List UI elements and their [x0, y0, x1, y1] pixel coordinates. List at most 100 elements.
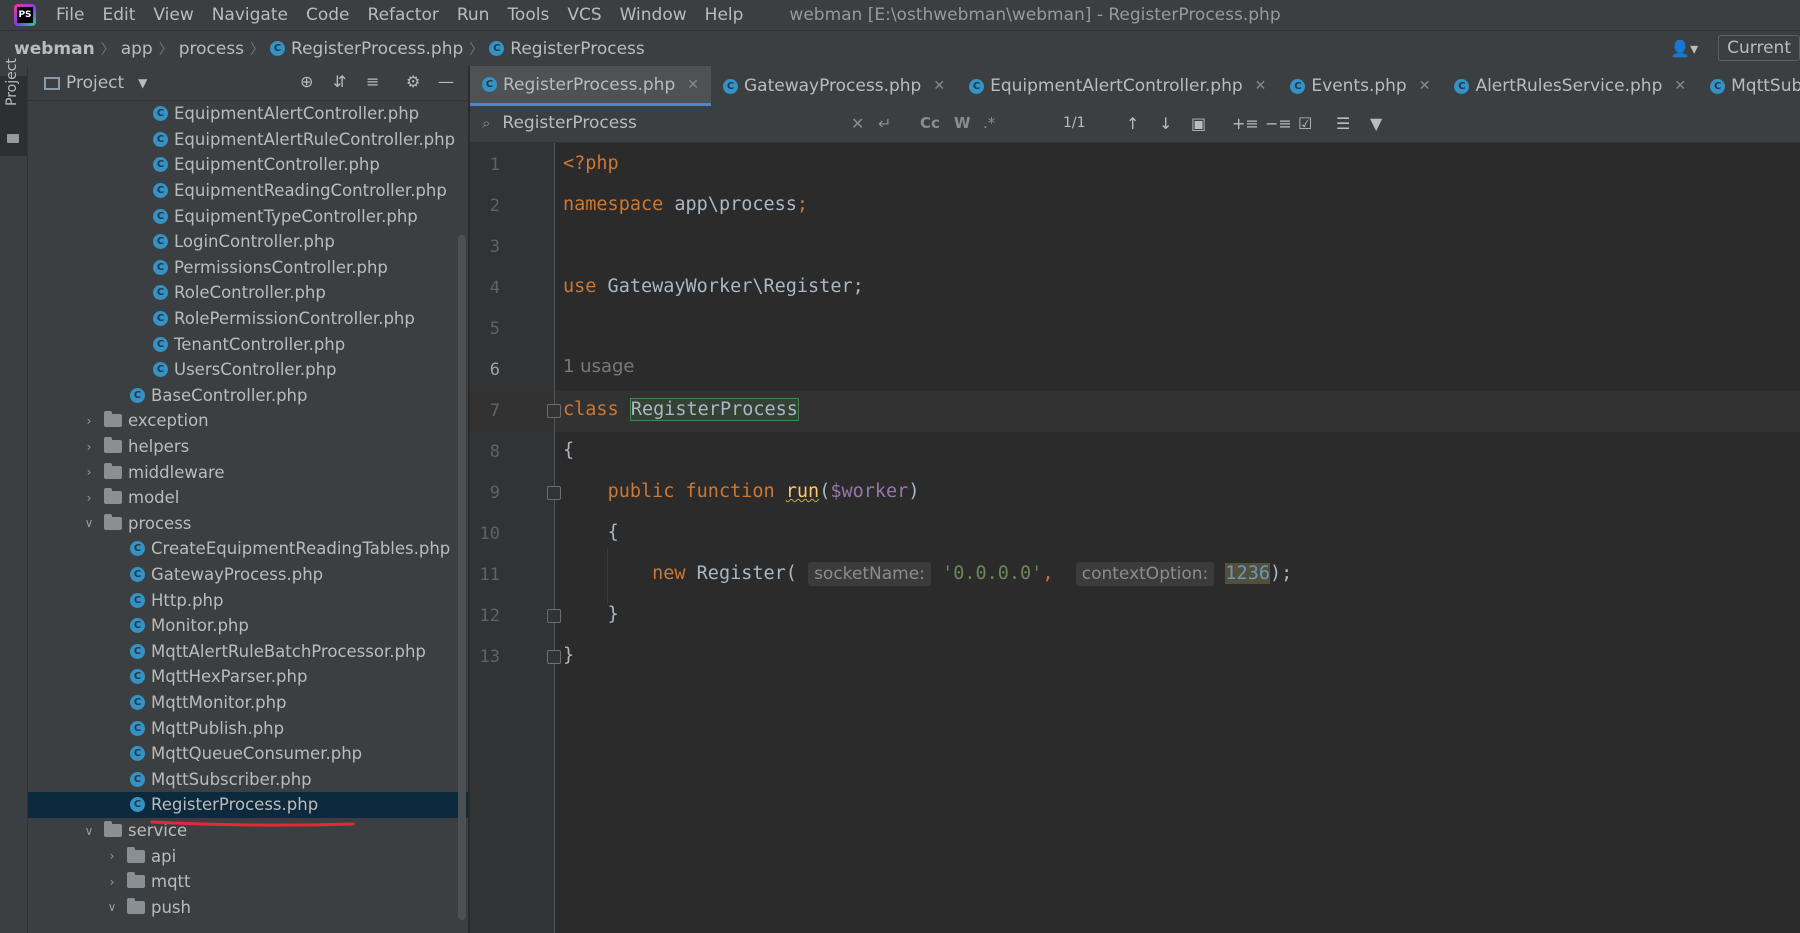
remove-occurrence-icon[interactable]: −≡: [1265, 114, 1292, 133]
tree-file-row[interactable]: C LoginController.php: [28, 229, 468, 255]
tree-file-row[interactable]: C EquipmentTypeController.php: [28, 203, 468, 229]
new-line-icon[interactable]: ↵: [878, 114, 891, 133]
chevron-down-icon[interactable]: ∨: [105, 900, 119, 914]
menu-vcs[interactable]: VCS: [567, 5, 601, 25]
chevron-down-icon[interactable]: ∨: [82, 516, 96, 530]
arrow-up-icon[interactable]: ↑: [1126, 114, 1139, 133]
menu-navigate[interactable]: Navigate: [212, 5, 288, 25]
chevron-down-icon[interactable]: ∨: [82, 824, 96, 838]
breadcrumb-app[interactable]: app: [121, 39, 153, 59]
editor-tab[interactable]: C RegisterProcess.php ✕: [470, 66, 711, 106]
tree-file-row[interactable]: C EquipmentController.php: [28, 152, 468, 178]
tree-file-row[interactable]: C PermissionsController.php: [28, 255, 468, 281]
tree-file-row[interactable]: C MqttSubscriber.php: [28, 767, 468, 793]
user-account-icon[interactable]: 👤▾: [1670, 39, 1698, 58]
tree-folder-row[interactable]: › model: [28, 485, 468, 511]
editor-tab[interactable]: C GatewayProcess.php ✕: [711, 66, 957, 106]
expand-all-icon[interactable]: ⇵: [333, 72, 346, 91]
chevron-right-icon[interactable]: ›: [82, 414, 96, 428]
chevron-right-icon[interactable]: ›: [82, 440, 96, 454]
fold-marker-icon[interactable]: [547, 609, 561, 623]
menu-run[interactable]: Run: [457, 5, 490, 25]
search-input[interactable]: [500, 112, 845, 134]
menu-refactor[interactable]: Refactor: [368, 5, 439, 25]
close-icon[interactable]: ✕: [933, 78, 945, 94]
editor-tab[interactable]: C Events.php ✕: [1278, 66, 1442, 106]
tree-file-row[interactable]: C RoleController.php: [28, 280, 468, 306]
tree-file-row[interactable]: C EquipmentAlertController.php: [28, 101, 468, 127]
filter-icon[interactable]: ▼: [1370, 114, 1382, 133]
clear-search-icon[interactable]: ✕: [851, 114, 864, 133]
chevron-right-icon[interactable]: ›: [105, 849, 119, 863]
menu-window[interactable]: Window: [620, 5, 687, 25]
whole-words-toggle[interactable]: W: [954, 114, 971, 132]
fold-marker-icon[interactable]: [547, 486, 561, 500]
tree-file-row[interactable]: C Monitor.php: [28, 613, 468, 639]
hide-panel-icon[interactable]: —: [438, 72, 454, 91]
tree-file-row[interactable]: C BaseController.php: [28, 383, 468, 409]
tree-file-row[interactable]: C RolePermissionController.php: [28, 306, 468, 332]
close-icon[interactable]: ✕: [687, 77, 699, 93]
arrow-down-icon[interactable]: ↓: [1159, 114, 1172, 133]
chevron-right-icon[interactable]: ›: [82, 465, 96, 479]
regex-toggle[interactable]: .*: [983, 114, 995, 132]
add-occurrence-icon[interactable]: +≡: [1232, 114, 1259, 133]
menu-file[interactable]: File: [56, 5, 84, 25]
breadcrumb-process[interactable]: process: [179, 39, 244, 59]
tree-file-row[interactable]: C MqttQueueConsumer.php: [28, 741, 468, 767]
gear-icon[interactable]: ⚙: [406, 72, 420, 91]
tree-file-row[interactable]: C UsersController.php: [28, 357, 468, 383]
run-config-selector[interactable]: Current: [1718, 35, 1800, 61]
menu-view[interactable]: View: [153, 5, 193, 25]
menu-code[interactable]: Code: [306, 5, 350, 25]
editor-tab[interactable]: C EquipmentAlertController.php ✕: [957, 66, 1278, 106]
usage-hint[interactable]: 1 usage: [563, 356, 635, 377]
collapse-all-icon[interactable]: ≡: [366, 72, 379, 91]
tree-file-row[interactable]: C TenantController.php: [28, 331, 468, 357]
menu-tools[interactable]: Tools: [507, 5, 549, 25]
fold-marker-icon[interactable]: [547, 650, 561, 664]
code-area[interactable]: [556, 143, 1800, 933]
open-in-window-icon[interactable]: ▣: [1191, 114, 1206, 133]
breadcrumb-file[interactable]: RegisterProcess.php: [291, 39, 463, 59]
tree-folder-row[interactable]: › api: [28, 843, 468, 869]
locate-file-icon[interactable]: ⊕: [300, 72, 313, 91]
editor-tab[interactable]: C AlertRulesService.php ✕: [1442, 66, 1698, 106]
chevron-right-icon[interactable]: ›: [105, 875, 119, 889]
close-icon[interactable]: ✕: [1419, 78, 1431, 94]
tree-file-row[interactable]: C MqttAlertRuleBatchProcessor.php: [28, 639, 468, 665]
project-tree-scrollbar[interactable]: [458, 235, 466, 920]
tree-file-row[interactable]: C RegisterProcess.php: [28, 792, 468, 818]
token-class-name-highlight[interactable]: RegisterProcess: [629, 398, 799, 421]
tree-file-row[interactable]: C MqttMonitor.php: [28, 690, 468, 716]
menu-edit[interactable]: Edit: [102, 5, 135, 25]
chevron-down-icon[interactable]: ▼: [138, 76, 147, 90]
project-panel-title[interactable]: Project: [66, 73, 124, 93]
close-icon[interactable]: ✕: [1255, 78, 1267, 94]
tree-file-row[interactable]: C CreateEquipmentReadingTables.php: [28, 536, 468, 562]
tree-file-row[interactable]: C Http.php: [28, 587, 468, 613]
tree-file-row[interactable]: C EquipmentReadingController.php: [28, 178, 468, 204]
tree-folder-row[interactable]: › exception: [28, 408, 468, 434]
project-tool-tab[interactable]: Project: [0, 58, 27, 156]
tree-file-row[interactable]: C MqttHexParser.php: [28, 664, 468, 690]
tree-file-row[interactable]: C MqttPublish.php: [28, 715, 468, 741]
fold-marker-icon[interactable]: [547, 404, 561, 418]
tree-folder-row[interactable]: › mqtt: [28, 869, 468, 895]
tree-file-row[interactable]: C GatewayProcess.php: [28, 562, 468, 588]
chevron-right-icon[interactable]: ›: [82, 491, 96, 505]
breadcrumb-class[interactable]: RegisterProcess: [510, 39, 644, 59]
tree-file-row[interactable]: C EquipmentAlertRuleController.php: [28, 127, 468, 153]
search-icon[interactable]: ⌕: [482, 114, 490, 132]
close-icon[interactable]: ✕: [1674, 78, 1686, 94]
tree-folder-row[interactable]: › helpers: [28, 434, 468, 460]
filter-options-icon[interactable]: ☰: [1336, 114, 1350, 133]
tree-folder-row[interactable]: ∨ process: [28, 511, 468, 537]
menu-help[interactable]: Help: [705, 5, 744, 25]
tree-folder-row[interactable]: ∨ push: [28, 895, 468, 921]
editor-tab[interactable]: CMqttSubscriber.php✕: [1698, 66, 1800, 106]
select-all-occurrences-icon[interactable]: ☑: [1298, 114, 1312, 133]
token-function-name[interactable]: run: [786, 481, 819, 502]
tree-folder-row[interactable]: › middleware: [28, 459, 468, 485]
breadcrumb-project[interactable]: webman: [14, 39, 95, 59]
